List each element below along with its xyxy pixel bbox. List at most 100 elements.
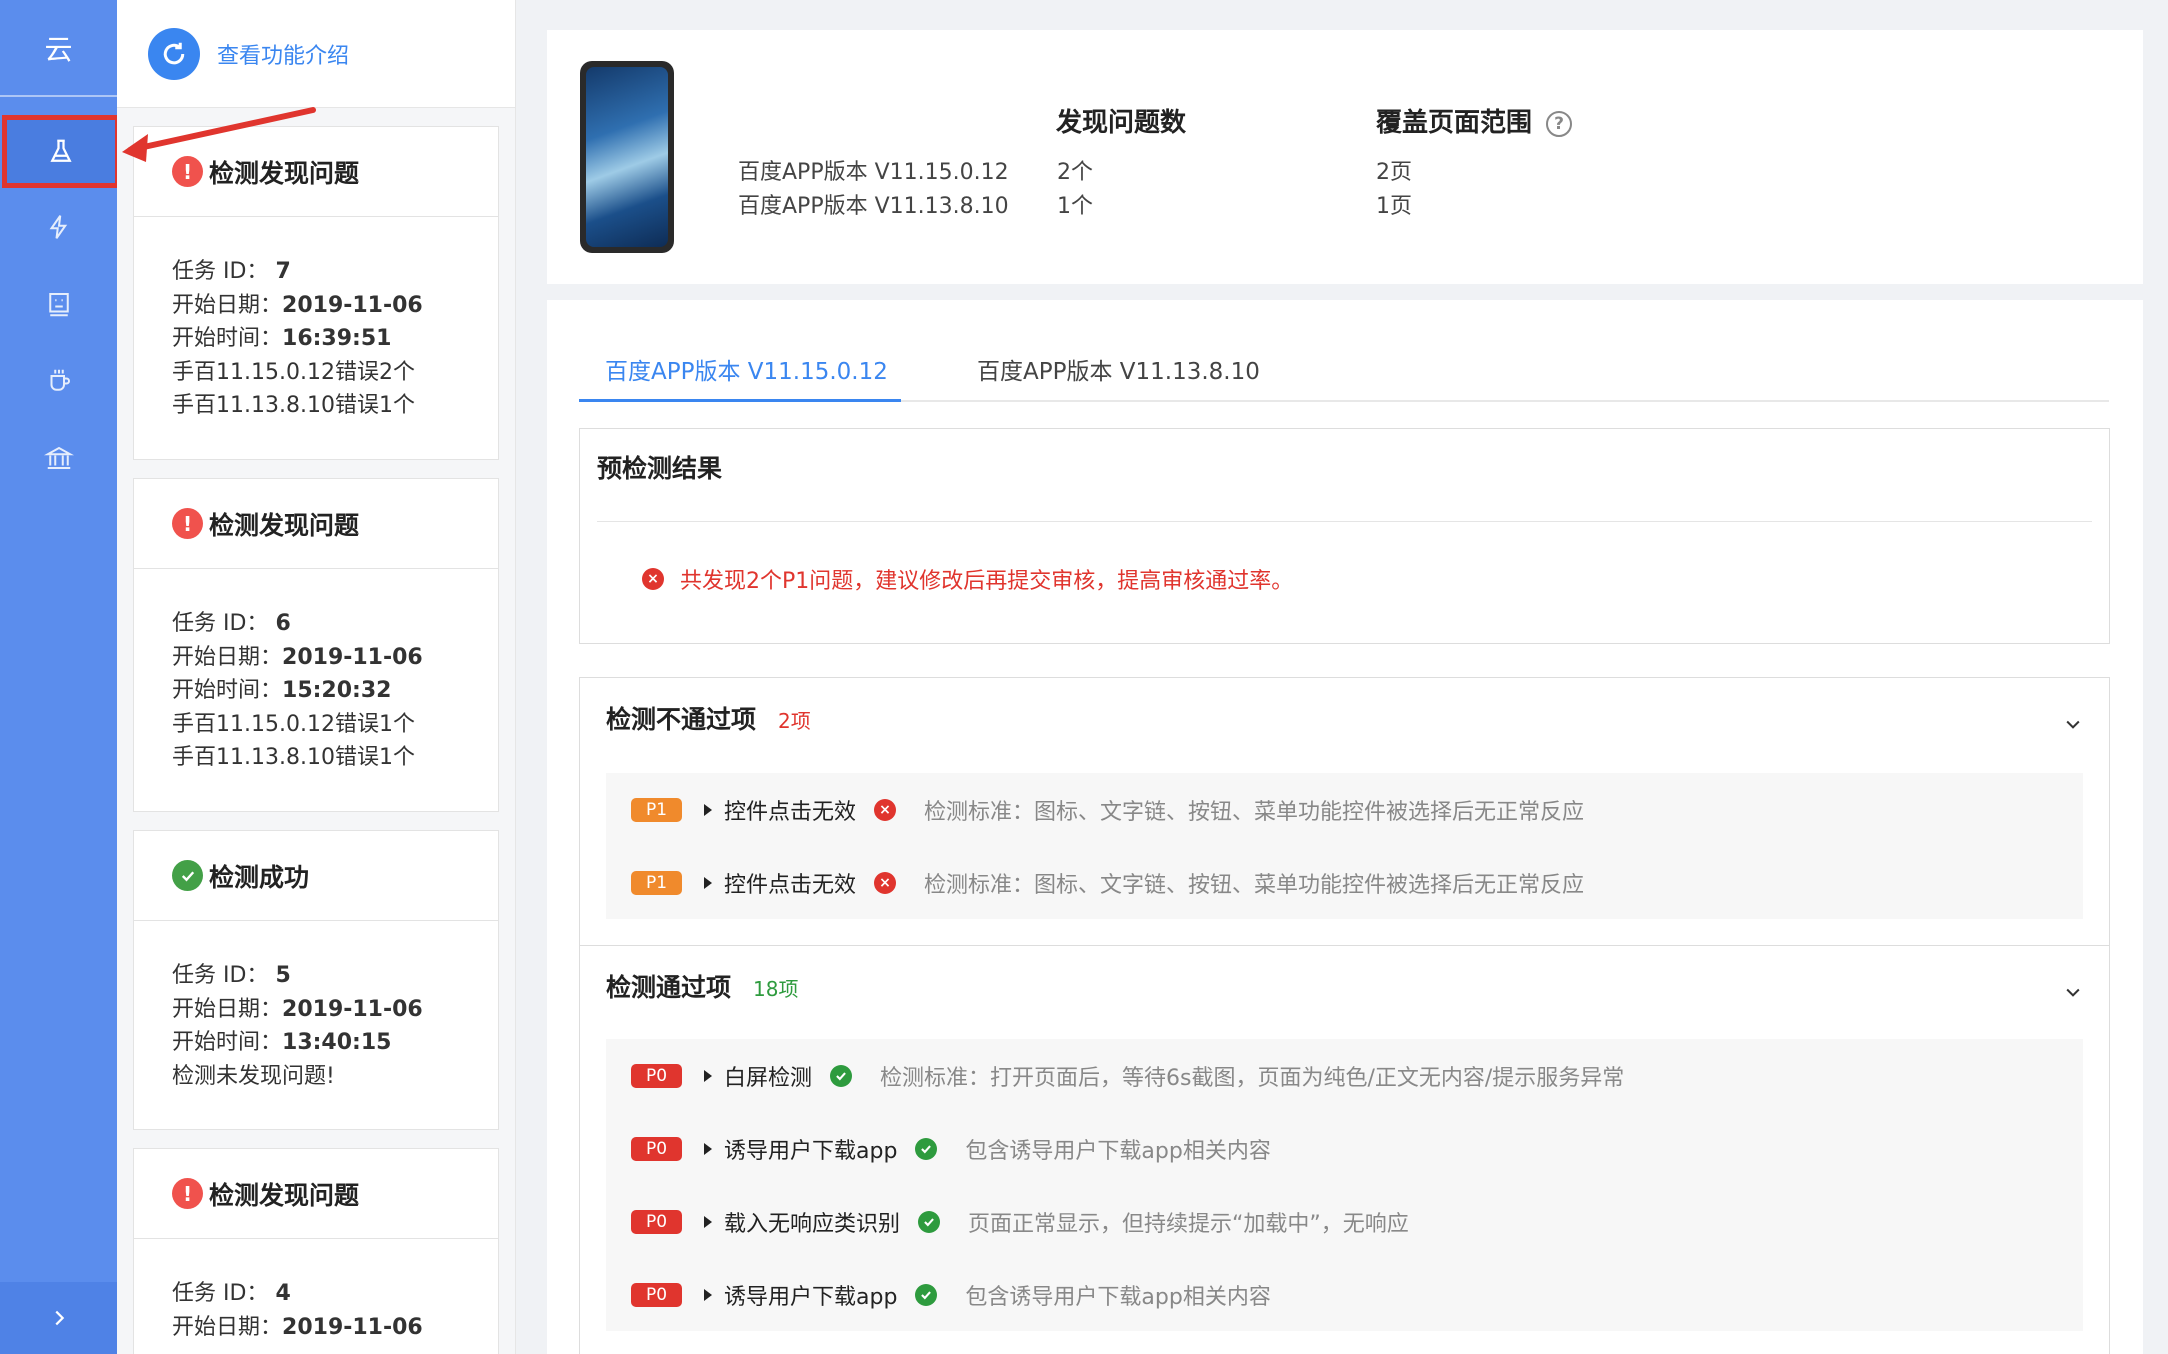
caret-right-icon: [704, 1288, 712, 1301]
task-status: 检测成功: [209, 862, 310, 892]
level-badge: P0: [631, 1063, 682, 1088]
failed-count: 2项: [778, 709, 811, 733]
id-label: 任务 ID：: [172, 1281, 269, 1306]
level-badge: P1: [631, 870, 682, 895]
refresh-button[interactable]: [148, 27, 200, 80]
time-label: 开始时间：: [172, 1030, 283, 1055]
failed-header[interactable]: 检测不通过项 2项: [606, 700, 811, 736]
date-label: 开始日期：: [172, 996, 283, 1022]
task-date: 2019-11-06: [282, 292, 423, 318]
time-label: 开始时间：: [172, 326, 283, 351]
chevron-down-icon[interactable]: [2063, 714, 2083, 734]
task-card-body: 任务 ID： 7 开始日期：2019-11-06 开始时间：16:39:51 手…: [134, 217, 498, 423]
version-list: 百度APP版本 V11.15.0.12 百度APP版本 V11.13.8.10: [738, 156, 1009, 224]
caret-right-icon: [704, 876, 712, 889]
check-row[interactable]: P0 诱导用户下载app 包含诱导用户下载app相关内容: [606, 1258, 2083, 1331]
precheck-text: 共发现2个P1问题，建议修改后再提交审核，提高审核通过率。: [680, 569, 1294, 594]
check-criteria: 包含诱导用户下载app相关内容: [965, 1138, 1271, 1164]
task-line: 检测未发现问题!: [172, 1063, 335, 1089]
check-icon: [915, 1137, 938, 1160]
check-name: 控件点击无效: [724, 799, 857, 825]
date-label: 开始日期：: [172, 292, 283, 318]
chevron-right-icon: [54, 1310, 64, 1326]
nav-item-test[interactable]: [2, 115, 120, 188]
robot-icon: [48, 292, 69, 316]
chevron-down-icon[interactable]: [2063, 982, 2083, 1002]
help-icon[interactable]: ?: [1546, 110, 1573, 137]
task-line: 手百11.15.0.12错误2个: [172, 359, 415, 385]
coverage-count: 1页: [1376, 194, 1412, 219]
detail-panel: 百度APP版本 V11.15.0.12 百度APP版本 V11.13.8.10 …: [547, 300, 2143, 1354]
check-name: 白屏检测: [724, 1065, 813, 1091]
level-badge: P0: [631, 1136, 682, 1161]
nav-item-robot[interactable]: [0, 265, 117, 342]
task-card-title: 检测成功: [134, 831, 498, 921]
collapse-button[interactable]: [0, 1282, 117, 1354]
check-criteria: 检测标准：打开页面后，等待6s截图，页面为纯色/正文无内容/提示服务异常: [880, 1065, 1625, 1091]
date-label: 开始日期：: [172, 1314, 283, 1340]
error-x-icon: ×: [874, 871, 897, 894]
nav-item-bank[interactable]: [0, 419, 117, 496]
precheck-message: × 共发现2个P1问题，建议修改后再提交审核，提高审核通过率。: [642, 563, 1293, 595]
issue-count: 1个: [1057, 194, 1093, 219]
error-icon: !: [172, 508, 203, 539]
task-id: 5: [275, 963, 291, 988]
coverage-list: 2页 1页: [1376, 156, 1412, 224]
nav-rail: 云: [0, 0, 120, 1354]
passed-header[interactable]: 检测通过项 18项: [606, 968, 798, 1004]
task-list-header: 查看功能介绍: [117, 0, 515, 108]
version-tabs: 百度APP版本 V11.15.0.12 百度APP版本 V11.13.8.10: [579, 352, 2109, 402]
summary-panel: 百度APP版本 V11.15.0.12 百度APP版本 V11.13.8.10 …: [547, 30, 2143, 284]
check-criteria: 页面正常显示，但持续提示“加载中”，无响应: [968, 1211, 1409, 1237]
task-card-body: 任务 ID： 6 开始日期：2019-11-06 开始时间：15:20:32 手…: [134, 569, 498, 775]
task-card[interactable]: 检测成功 任务 ID： 5 开始日期：2019-11-06 开始时间：13:40…: [133, 830, 499, 1130]
task-card[interactable]: ! 检测发现问题 任务 ID： 6 开始日期：2019-11-06 开始时间：1…: [133, 478, 499, 812]
failed-section: 检测不通过项 2项 P1 控件点击无效 × 检测标准：图标、文字链、按钮、菜单功…: [579, 677, 2110, 946]
time-label: 开始时间：: [172, 678, 283, 703]
check-icon: [918, 1210, 941, 1233]
check-row[interactable]: P1 控件点击无效 × 检测标准：图标、文字链、按钮、菜单功能控件被选择后无正常…: [606, 846, 2083, 919]
check-name: 载入无响应类识别: [724, 1211, 901, 1237]
task-id: 6: [275, 611, 291, 636]
error-x-icon: ×: [642, 568, 664, 590]
task-line: 手百11.13.8.10错误1个: [172, 393, 415, 418]
task-card-title: ! 检测发现问题: [134, 1149, 498, 1239]
check-row[interactable]: P0 诱导用户下载app 包含诱导用户下载app相关内容: [606, 1112, 2083, 1185]
passed-title: 检测通过项: [606, 973, 732, 1002]
task-card-body: 任务 ID： 5 开始日期：2019-11-06 开始时间：13:40:15 检…: [134, 921, 498, 1093]
nav-item-cup[interactable]: [0, 342, 117, 419]
error-icon: !: [172, 1178, 203, 1209]
intro-link[interactable]: 查看功能介绍: [217, 38, 349, 70]
refresh-icon: [163, 42, 185, 64]
id-label: 任务 ID：: [172, 259, 269, 284]
nav-item-performance[interactable]: [0, 188, 117, 265]
task-line: 手百11.15.0.12错误1个: [172, 711, 415, 737]
level-badge: P0: [631, 1209, 682, 1234]
check-row[interactable]: P0 载入无响应类识别 页面正常显示，但持续提示“加载中”，无响应: [606, 1185, 2083, 1258]
task-date: 2019-11-06: [282, 996, 423, 1022]
precheck-box: 预检测结果 × 共发现2个P1问题，建议修改后再提交审核，提高审核通过率。: [579, 428, 2110, 644]
task-card[interactable]: ! 检测发现问题 任务 ID： 7 开始日期：2019-11-06 开始时间：1…: [133, 126, 499, 460]
task-date: 2019-11-06: [282, 644, 423, 670]
tab-version-1[interactable]: 百度APP版本 V11.15.0.12: [579, 352, 901, 402]
task-time: 15:20:32: [282, 678, 392, 703]
check-icon: [915, 1283, 938, 1306]
passed-count: 18项: [753, 977, 799, 1001]
task-time: 13:40:15: [282, 1030, 392, 1055]
tab-version-2[interactable]: 百度APP版本 V11.13.8.10: [977, 352, 1260, 402]
error-x-icon: ×: [874, 798, 897, 821]
check-name: 控件点击无效: [724, 872, 857, 898]
task-card[interactable]: ! 检测发现问题 任务 ID： 4 开始日期：2019-11-06: [133, 1148, 499, 1354]
caret-right-icon: [704, 1069, 712, 1082]
task-date: 2019-11-06: [282, 1314, 423, 1340]
brand-logo[interactable]: 云: [0, 0, 117, 97]
id-label: 任务 ID：: [172, 963, 269, 988]
cup-icon: [50, 369, 70, 391]
check-row[interactable]: P1 控件点击无效 × 检测标准：图标、文字链、按钮、菜单功能控件被选择后无正常…: [606, 773, 2083, 846]
check-row[interactable]: P0 白屏检测 检测标准：打开页面后，等待6s截图，页面为纯色/正文无内容/提示…: [606, 1039, 2083, 1112]
coverage-header: 覆盖页面范围: [1376, 108, 1533, 138]
task-card-title: ! 检测发现问题: [134, 479, 498, 569]
caret-right-icon: [704, 1215, 712, 1228]
issues-header: 发现问题数: [1056, 108, 1187, 138]
check-name: 诱导用户下载app: [724, 1138, 898, 1164]
